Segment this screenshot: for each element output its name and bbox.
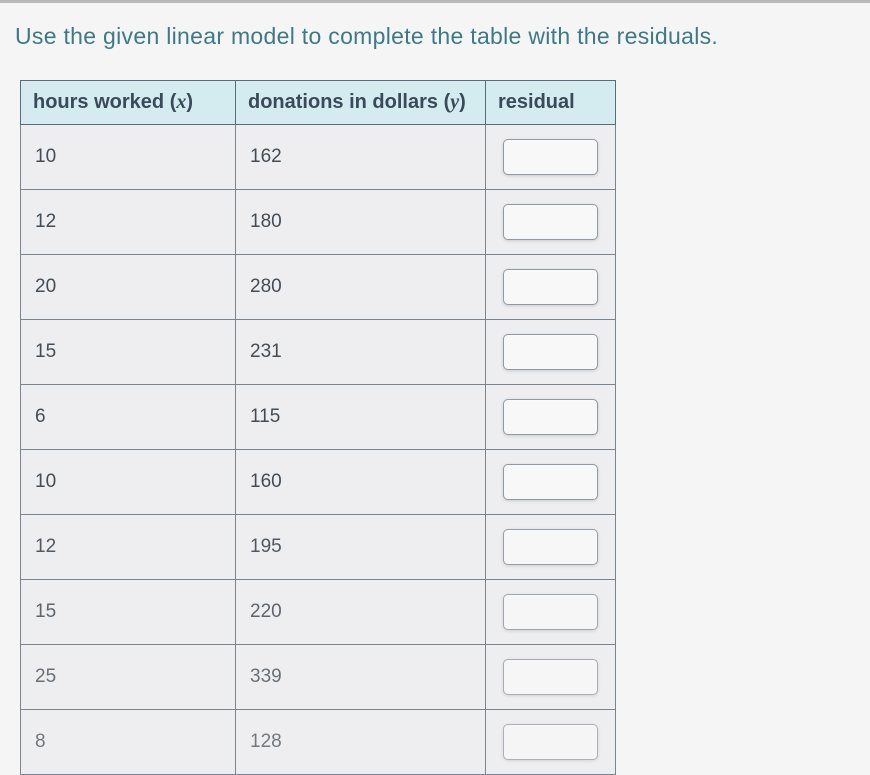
table-row: 8 128	[21, 710, 616, 775]
table-row: 6 115	[21, 385, 616, 450]
residual-input[interactable]	[503, 464, 598, 500]
cell-x: 15	[21, 580, 236, 645]
cell-x: 15	[21, 320, 236, 385]
cell-y: 115	[236, 385, 486, 450]
cell-residual	[486, 125, 616, 190]
header-donations: donations in dollars (y)	[236, 81, 486, 125]
instruction-text: Use the given linear model to complete t…	[10, 23, 855, 50]
content-wrapper: Use the given linear model to complete t…	[0, 0, 870, 775]
table-body: 10 162 12 180 20 280	[21, 125, 616, 775]
cell-x: 10	[21, 125, 236, 190]
cell-x: 25	[21, 645, 236, 710]
residual-input[interactable]	[503, 399, 598, 435]
cell-y: 339	[236, 645, 486, 710]
cell-y: 220	[236, 580, 486, 645]
residual-input[interactable]	[503, 724, 598, 760]
residual-input[interactable]	[503, 594, 598, 630]
cell-y: 180	[236, 190, 486, 255]
residual-input[interactable]	[503, 139, 598, 175]
cell-x: 12	[21, 190, 236, 255]
cell-y: 128	[236, 710, 486, 775]
residual-input[interactable]	[503, 269, 598, 305]
cell-y: 160	[236, 450, 486, 515]
cell-residual	[486, 645, 616, 710]
cell-residual	[486, 255, 616, 320]
table-row: 10 160	[21, 450, 616, 515]
table-row: 12 195	[21, 515, 616, 580]
residual-input[interactable]	[503, 334, 598, 370]
table-row: 10 162	[21, 125, 616, 190]
table-row: 25 339	[21, 645, 616, 710]
cell-y: 162	[236, 125, 486, 190]
cell-x: 12	[21, 515, 236, 580]
cell-residual	[486, 190, 616, 255]
cell-y: 280	[236, 255, 486, 320]
table-row: 12 180	[21, 190, 616, 255]
cell-residual	[486, 450, 616, 515]
residual-input[interactable]	[503, 204, 598, 240]
table-row: 15 220	[21, 580, 616, 645]
cell-residual	[486, 385, 616, 450]
cell-x: 8	[21, 710, 236, 775]
cell-y: 231	[236, 320, 486, 385]
header-hours-worked: hours worked (x)	[21, 81, 236, 125]
cell-x: 10	[21, 450, 236, 515]
cell-x: 6	[21, 385, 236, 450]
cell-y: 195	[236, 515, 486, 580]
residuals-table: hours worked (x) donations in dollars (y…	[20, 80, 616, 775]
cell-x: 20	[21, 255, 236, 320]
table-row: 15 231	[21, 320, 616, 385]
table-row: 20 280	[21, 255, 616, 320]
cell-residual	[486, 515, 616, 580]
header-residual: residual	[486, 81, 616, 125]
cell-residual	[486, 580, 616, 645]
cell-residual	[486, 710, 616, 775]
cell-residual	[486, 320, 616, 385]
table-container: hours worked (x) donations in dollars (y…	[20, 80, 855, 775]
table-header-row: hours worked (x) donations in dollars (y…	[21, 81, 616, 125]
residual-input[interactable]	[503, 529, 598, 565]
residual-input[interactable]	[503, 659, 598, 695]
